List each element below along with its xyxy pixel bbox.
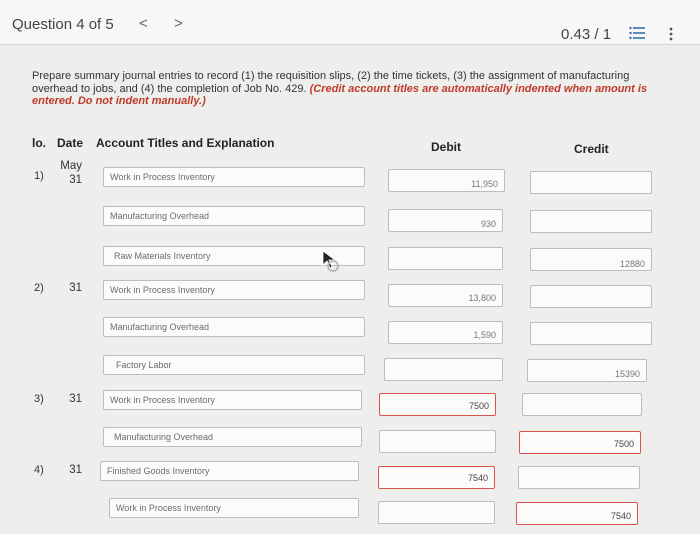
score-display: 0.43 / 1	[561, 26, 612, 43]
previous-question-button[interactable]: <	[139, 15, 148, 32]
credit-field[interactable]	[518, 466, 640, 489]
debit-field[interactable]	[388, 247, 503, 270]
credit-field[interactable]	[530, 285, 652, 308]
debit-field[interactable]: 7500	[379, 393, 496, 416]
entry-number: 1)	[34, 170, 44, 182]
column-header-credit: Credit	[574, 142, 609, 156]
entry-month: May	[60, 160, 82, 172]
credit-field[interactable]	[530, 322, 652, 345]
account-field[interactable]: Work in Process Inventory	[103, 390, 362, 410]
entry-number: 3)	[34, 393, 44, 405]
account-field[interactable]: Work in Process Inventory	[109, 498, 359, 518]
entry-day: 31	[69, 464, 82, 476]
credit-field[interactable]: 12880	[530, 248, 652, 271]
entry-day: 31	[69, 174, 82, 186]
account-field[interactable]: Manufacturing Overhead	[103, 427, 362, 447]
debit-field[interactable]: 930	[388, 209, 503, 232]
account-field[interactable]: Manufacturing Overhead	[103, 206, 365, 226]
credit-field[interactable]: 7500	[519, 431, 641, 454]
question-list-icon[interactable]	[629, 26, 645, 40]
account-field[interactable]: Work in Process Inventory	[103, 280, 365, 300]
debit-field[interactable]: 13,800	[388, 284, 503, 307]
question-prompt: Prepare summary journal entries to recor…	[32, 70, 662, 108]
credit-field[interactable]	[522, 393, 642, 416]
debit-field[interactable]: 1,590	[388, 321, 503, 344]
debit-field[interactable]	[384, 358, 503, 381]
account-field[interactable]: Manufacturing Overhead	[103, 317, 365, 337]
question-header: Question 4 of 5 < > 0.43 / 1	[0, 0, 700, 45]
column-header-debit: Debit	[431, 140, 461, 154]
account-field[interactable]: Work in Process Inventory	[103, 167, 365, 187]
more-options-icon[interactable]	[668, 27, 674, 41]
credit-field[interactable]: 15390	[527, 359, 647, 382]
next-question-button[interactable]: >	[174, 15, 183, 32]
debit-field[interactable]	[379, 430, 496, 453]
account-field[interactable]: Finished Goods Inventory	[100, 461, 359, 481]
debit-field[interactable]: 11,950	[388, 169, 505, 192]
credit-field[interactable]	[530, 210, 652, 233]
mouse-cursor-icon	[322, 250, 339, 272]
column-header-account: Account Titles and Explanation	[96, 136, 275, 150]
entry-day: 31	[69, 282, 82, 294]
column-header-no: lo.	[32, 136, 46, 150]
entry-number: 2)	[34, 282, 44, 294]
entry-number: 4)	[34, 464, 44, 476]
debit-field[interactable]: 7540	[378, 466, 495, 489]
credit-field[interactable]: 7540	[516, 502, 638, 525]
question-counter: Question 4 of 5	[12, 16, 114, 33]
column-header-date: Date	[57, 136, 84, 150]
credit-field[interactable]	[530, 171, 652, 194]
debit-field[interactable]	[378, 501, 495, 524]
account-field[interactable]: Factory Labor	[103, 355, 365, 375]
entry-day: 31	[69, 393, 82, 405]
